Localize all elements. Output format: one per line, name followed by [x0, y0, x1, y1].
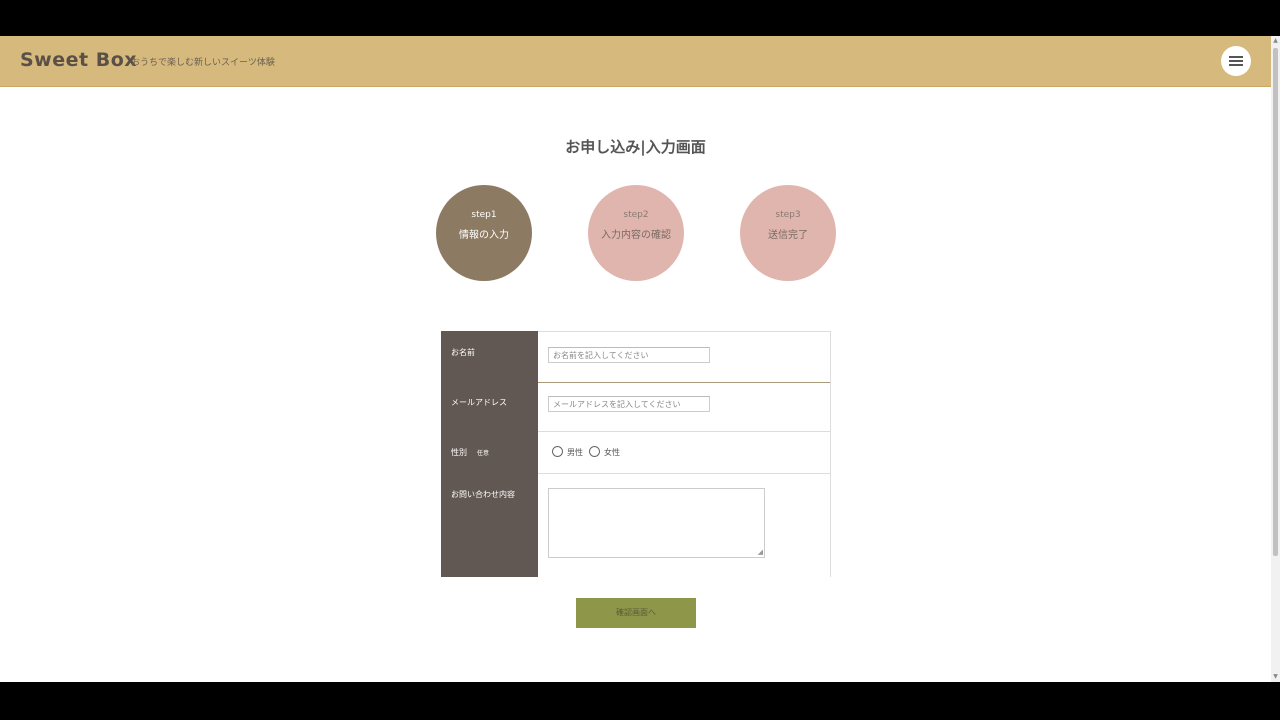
email-label: メールアドレス — [451, 398, 507, 407]
site-header: Sweet Box おうちで楽しむ新しいスイーツ体験 — [0, 36, 1271, 87]
step-2-indicator: step2 入力内容の確認 — [588, 185, 684, 281]
scroll-down-arrow-icon[interactable]: ▼ — [1271, 672, 1280, 682]
step-label: 送信完了 — [768, 230, 808, 241]
vertical-scrollbar[interactable]: ▲ ▼ — [1271, 36, 1280, 682]
step-label: 入力内容の確認 — [601, 230, 671, 241]
email-row: メールアドレス メールアドレスを記入してください — [441, 381, 830, 432]
step-number: step3 — [775, 210, 801, 220]
inquiry-row: お問い合わせ内容 ◢ — [441, 473, 830, 577]
site-tagline: おうちで楽しむ新しいスイーツ体験 — [131, 58, 275, 68]
email-cell: メールアドレスを記入してください — [538, 381, 830, 432]
step-number: step2 — [623, 210, 649, 220]
step-3-indicator: step3 送信完了 — [740, 185, 836, 281]
female-radio[interactable] — [589, 446, 600, 457]
step-1-indicator: step1 情報の入力 — [436, 185, 532, 281]
gender-label: 性別 — [451, 448, 467, 457]
site-logo[interactable]: Sweet Box — [20, 49, 137, 71]
male-radio-label[interactable]: 男性 — [567, 447, 583, 458]
inquiry-textarea[interactable]: ◢ — [548, 488, 765, 558]
inquiry-cell: ◢ — [538, 473, 830, 577]
inquiry-label: お問い合わせ内容 — [451, 490, 515, 499]
gender-label-wrap: 性別 任意 — [451, 447, 489, 458]
menu-line — [1229, 64, 1243, 66]
name-cell: お名前を記入してください — [538, 331, 830, 383]
female-radio-label[interactable]: 女性 — [604, 447, 620, 458]
name-input[interactable]: お名前を記入してください — [548, 347, 710, 363]
gender-cell: 男性 女性 — [538, 431, 830, 474]
scroll-up-arrow-icon[interactable]: ▲ — [1271, 36, 1280, 46]
scrollbar-thumb[interactable] — [1273, 48, 1278, 556]
menu-line — [1229, 56, 1243, 58]
email-input[interactable]: メールアドレスを記入してください — [548, 396, 710, 412]
name-row: お名前 お名前を記入してください — [441, 331, 830, 383]
page-viewport: Sweet Box おうちで楽しむ新しいスイーツ体験 お申し込み|入力画面 st… — [0, 36, 1280, 682]
menu-line — [1229, 60, 1243, 62]
page-title: お申し込み|入力画面 — [565, 138, 706, 156]
gender-row: 性別 任意 男性 女性 — [441, 431, 830, 474]
step-label: 情報の入力 — [459, 230, 509, 241]
hamburger-menu-icon[interactable] — [1221, 46, 1251, 76]
confirm-button[interactable]: 確認画面へ — [576, 598, 696, 628]
application-form: お名前 お名前を記入してください メールアドレス メールアドレスを記入してくださ… — [441, 331, 831, 577]
step-number: step1 — [471, 210, 497, 220]
male-radio[interactable] — [552, 446, 563, 457]
resize-grip-icon[interactable]: ◢ — [758, 549, 763, 556]
name-label: お名前 — [451, 348, 475, 357]
optional-badge: 任意 — [477, 450, 490, 457]
